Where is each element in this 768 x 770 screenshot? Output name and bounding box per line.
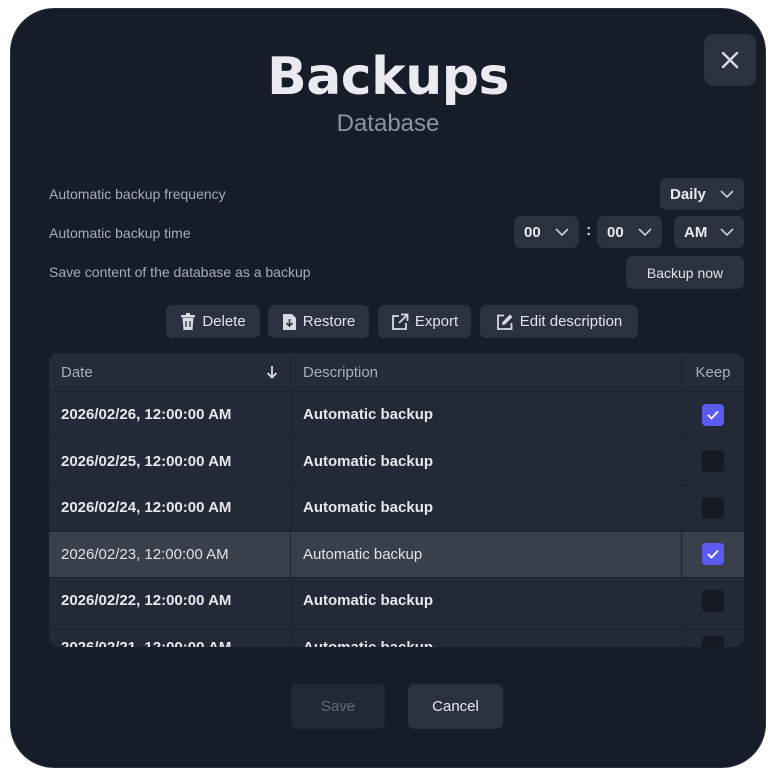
restore-label: Restore	[302, 313, 356, 330]
cancel-button[interactable]: Cancel	[408, 684, 503, 729]
header-date-label: Date	[61, 363, 93, 381]
file-restore-icon	[282, 313, 297, 331]
backups-table: Date Description Keep 2026/02/26, 12:00:…	[49, 353, 744, 647]
minute-select[interactable]: 00	[597, 216, 662, 248]
table-row[interactable]: 2026/02/24, 12:00:00 AM Automatic backup	[49, 485, 744, 532]
check-icon	[707, 550, 719, 560]
edit-description-label: Edit description	[519, 313, 623, 330]
ampm-value: AM	[684, 223, 708, 241]
save-content-label: Save content of the database as a backup	[49, 264, 311, 280]
backup-now-button[interactable]: Backup now	[626, 256, 744, 289]
edit-icon	[496, 313, 514, 331]
delete-button[interactable]: Delete	[166, 305, 260, 338]
table-row[interactable]: 2026/02/22, 12:00:00 AM Automatic backup	[49, 578, 744, 625]
restore-button[interactable]: Restore	[268, 305, 369, 338]
minute-value: 00	[607, 223, 624, 241]
trash-icon	[180, 312, 196, 331]
export-button[interactable]: Export	[378, 305, 471, 338]
time-label: Automatic backup time	[49, 225, 191, 241]
table-row-selected[interactable]: 2026/02/23, 12:00:00 AM Automatic backup	[49, 531, 744, 578]
check-icon	[707, 410, 719, 420]
frequency-select[interactable]: Daily	[660, 178, 744, 210]
row-date: 2026/02/21, 12:00:00 AM	[49, 624, 291, 647]
keep-checkbox[interactable]	[702, 636, 724, 647]
export-label: Export	[414, 313, 459, 330]
hour-select[interactable]: 00	[514, 216, 579, 248]
dialog-title: Backups	[267, 47, 509, 107]
hour-value: 00	[524, 223, 541, 241]
time-separator: :	[586, 222, 592, 239]
row-date: 2026/02/23, 12:00:00 AM	[49, 531, 291, 577]
row-date: 2026/02/25, 12:00:00 AM	[49, 438, 291, 484]
edit-description-button[interactable]: Edit description	[480, 305, 638, 338]
chevron-down-icon	[720, 228, 734, 236]
header-date[interactable]: Date	[49, 353, 291, 391]
header-keep[interactable]: Keep	[682, 353, 744, 391]
row-description: Automatic backup	[291, 531, 682, 577]
table-header: Date Description Keep	[49, 353, 744, 392]
external-link-icon	[391, 313, 409, 331]
backups-dialog: Backups Database Automatic backup freque…	[10, 8, 766, 768]
keep-checkbox[interactable]	[702, 450, 724, 473]
save-button[interactable]: Save	[291, 684, 385, 729]
frequency-label: Automatic backup frequency	[49, 186, 226, 202]
table-row[interactable]: 2026/02/26, 12:00:00 AM Automatic backup	[49, 392, 744, 439]
keep-checkbox[interactable]	[702, 496, 724, 519]
row-date: 2026/02/22, 12:00:00 AM	[49, 578, 291, 624]
chevron-down-icon	[638, 228, 652, 236]
row-date: 2026/02/26, 12:00:00 AM	[49, 392, 291, 438]
row-description: Automatic backup	[291, 485, 682, 531]
table-row[interactable]: 2026/02/21, 12:00:00 AM Automatic backup	[49, 624, 744, 647]
keep-checkbox[interactable]	[702, 589, 724, 612]
sort-down-icon	[266, 366, 278, 379]
frequency-value: Daily	[670, 185, 706, 203]
dialog-subtitle: Database	[336, 110, 440, 137]
keep-checkbox[interactable]	[702, 543, 724, 566]
ampm-select[interactable]: AM	[674, 216, 744, 248]
row-description: Automatic backup	[291, 624, 682, 647]
chevron-down-icon	[555, 228, 569, 236]
chevron-down-icon	[720, 190, 734, 198]
close-icon	[721, 51, 739, 69]
table-row[interactable]: 2026/02/25, 12:00:00 AM Automatic backup	[49, 438, 744, 485]
row-description: Automatic backup	[291, 438, 682, 484]
keep-checkbox[interactable]	[702, 403, 724, 426]
close-button[interactable]	[704, 34, 756, 86]
row-date: 2026/02/24, 12:00:00 AM	[49, 485, 291, 531]
delete-label: Delete	[202, 313, 246, 330]
header-description[interactable]: Description	[291, 353, 682, 391]
row-description: Automatic backup	[291, 578, 682, 624]
row-description: Automatic backup	[291, 392, 682, 438]
